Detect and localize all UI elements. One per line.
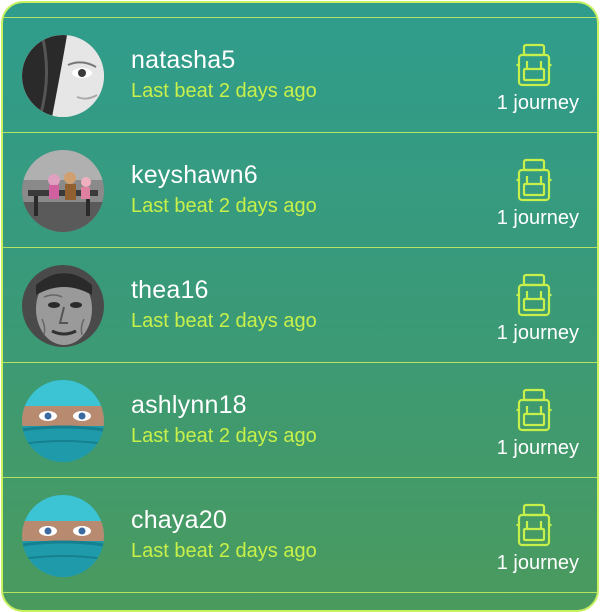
list-item[interactable]: chaya20 Last beat 2 days ago 1 journey bbox=[3, 478, 597, 593]
backpack-icon bbox=[516, 503, 552, 547]
avatar[interactable] bbox=[22, 380, 104, 462]
list-top-divider bbox=[3, 3, 597, 18]
last-beat-text: Last beat 2 days ago bbox=[131, 540, 317, 562]
username: keyshawn6 bbox=[131, 161, 258, 189]
avatar[interactable] bbox=[22, 150, 104, 232]
list-item[interactable]: keyshawn6 Last beat 2 days ago 1 journey bbox=[3, 133, 597, 248]
list-item[interactable]: ashlynn18 Last beat 2 days ago 1 journey bbox=[3, 363, 597, 478]
journey-count: 1 journey bbox=[496, 207, 579, 229]
journey-count: 1 journey bbox=[496, 92, 579, 114]
backpack-icon bbox=[516, 43, 552, 87]
journey-count: 1 journey bbox=[496, 322, 579, 344]
last-beat-text: Last beat 2 days ago bbox=[131, 310, 317, 332]
journey-count: 1 journey bbox=[496, 552, 579, 574]
list-item[interactable]: natasha5 Last beat 2 days ago 1 journey bbox=[3, 18, 597, 133]
backpack-icon bbox=[516, 273, 552, 317]
username: chaya20 bbox=[131, 506, 227, 534]
username: natasha5 bbox=[131, 46, 236, 74]
user-list-panel: natasha5 Last beat 2 days ago 1 journey bbox=[1, 1, 599, 612]
last-beat-text: Last beat 2 days ago bbox=[131, 425, 317, 447]
last-beat-text: Last beat 2 days ago bbox=[131, 80, 317, 102]
list-item[interactable]: thea16 Last beat 2 days ago 1 journey bbox=[3, 248, 597, 363]
journey-count: 1 journey bbox=[496, 437, 579, 459]
avatar[interactable] bbox=[22, 495, 104, 577]
username: ashlynn18 bbox=[131, 391, 247, 419]
last-beat-text: Last beat 2 days ago bbox=[131, 195, 317, 217]
avatar[interactable] bbox=[22, 265, 104, 347]
avatar[interactable] bbox=[22, 35, 104, 117]
backpack-icon bbox=[516, 158, 552, 202]
username: thea16 bbox=[131, 276, 209, 304]
backpack-icon bbox=[516, 388, 552, 432]
